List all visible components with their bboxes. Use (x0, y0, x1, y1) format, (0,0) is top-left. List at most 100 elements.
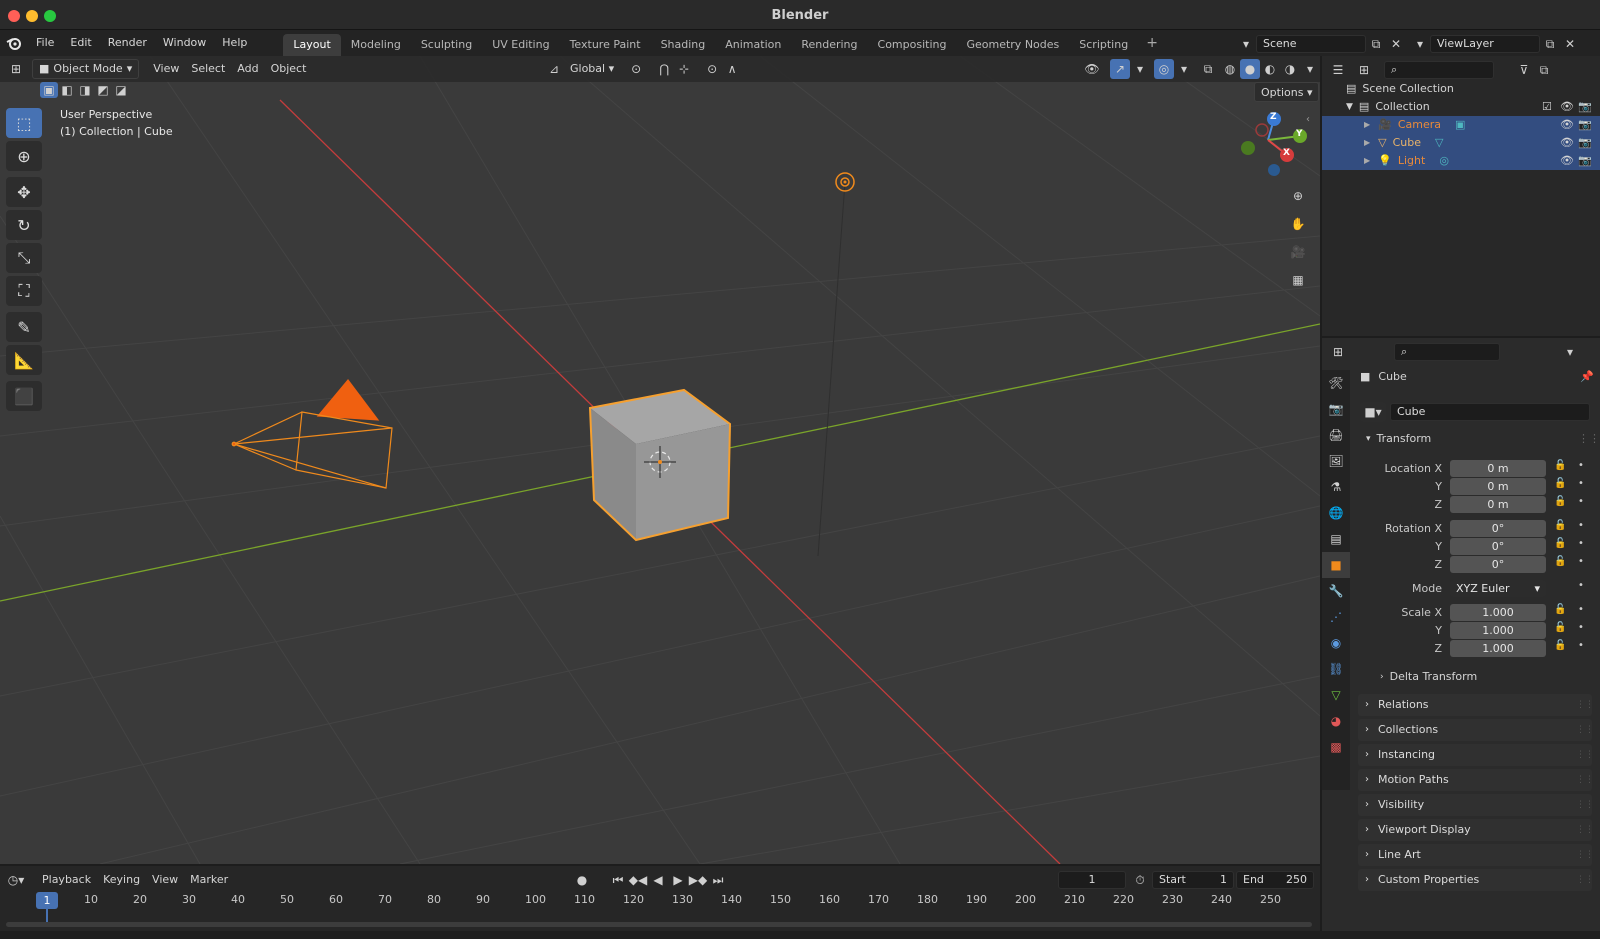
render-camera-icon[interactable]: 📷 (1578, 134, 1592, 152)
render-camera-icon[interactable]: 📷 (1578, 152, 1592, 170)
filter-icon[interactable]: ⊽ (1514, 60, 1534, 80)
new-collection-icon[interactable]: ⧉ (1534, 60, 1554, 80)
outliner-item-cube[interactable]: ▶ ▽ Cube ▽ 👁 📷 (1322, 134, 1600, 152)
rotation-y-field[interactable]: 0° (1450, 538, 1546, 555)
drag-handle-icon[interactable]: ⋮⋮ (1576, 794, 1594, 816)
constraints-tab-icon[interactable]: ⛓ (1322, 656, 1350, 682)
tab-compositing[interactable]: Compositing (868, 34, 957, 56)
menu-file[interactable]: File (28, 30, 62, 56)
tab-scripting[interactable]: Scripting (1069, 34, 1138, 56)
rendered-shading-icon[interactable]: ◑ (1280, 59, 1300, 79)
expand-arrow-icon[interactable]: ▶ (1364, 134, 1370, 152)
tab-animation[interactable]: Animation (715, 34, 791, 56)
drag-handle-icon[interactable]: ⋮⋮ (1576, 769, 1594, 791)
panel-instancing[interactable]: › Instancing ⋮⋮ (1358, 744, 1594, 766)
timeline-menu-keying[interactable]: Keying (97, 870, 146, 890)
gizmo-dropdown-icon[interactable]: ▾ (1130, 59, 1150, 79)
properties-editor-type-icon[interactable]: ⊞ (1328, 342, 1348, 362)
properties-search-input[interactable]: ⌕ (1394, 343, 1500, 361)
tab-geometry-nodes[interactable]: Geometry Nodes (956, 34, 1069, 56)
lock-icon[interactable]: 🔓 (1554, 460, 1566, 471)
select-subtract-icon[interactable]: ◨ (76, 82, 94, 98)
drag-handle-icon[interactable]: ⋮⋮ (1576, 694, 1594, 716)
object-tab-icon[interactable]: ■ (1322, 552, 1350, 578)
shading-dropdown-icon[interactable]: ▾ (1300, 59, 1320, 79)
panel-custom-properties[interactable]: › Custom Properties ⋮⋮ (1358, 869, 1594, 891)
location-x-field[interactable]: 0 m (1450, 460, 1546, 477)
output-tab-icon[interactable]: 🖨 (1322, 422, 1350, 448)
mesh-data-icon[interactable]: ▽ (1435, 134, 1443, 152)
menu-window[interactable]: Window (155, 30, 214, 56)
new-view-layer-icon[interactable]: ⧉ (1540, 34, 1560, 54)
gizmo-toggle-icon[interactable]: ↗ (1110, 59, 1130, 79)
lock-icon[interactable]: 🔓 (1554, 520, 1566, 531)
auto-keying-icon[interactable]: ● (572, 870, 592, 890)
timeline-menu-marker[interactable]: Marker (184, 870, 234, 890)
options-dropdown[interactable]: Options ▾ (1254, 82, 1320, 102)
tab-shading[interactable]: Shading (651, 34, 716, 56)
transform-panel-header[interactable]: ▾ Transform ⋮⋮ (1366, 432, 1600, 445)
playhead-frame-indicator[interactable]: 1 (36, 892, 58, 909)
ortho-grid-icon[interactable]: ▦ (1288, 270, 1308, 290)
visibility-eye-icon[interactable]: 👁 (1560, 116, 1574, 134)
pan-hand-icon[interactable]: ✋ (1288, 214, 1308, 234)
menu-help[interactable]: Help (214, 30, 255, 56)
keyframe-dot-icon[interactable]: • (1578, 478, 1584, 489)
world-tab-icon[interactable]: 🌐 (1322, 500, 1350, 526)
view-layer-field[interactable]: ViewLayer (1430, 35, 1540, 53)
jump-to-keyframe-back-icon[interactable]: ◆◀ (628, 870, 648, 890)
lock-icon[interactable]: 🔓 (1554, 604, 1566, 615)
viewport-menu-object[interactable]: Object (265, 59, 313, 79)
properties-options-icon[interactable]: ▾ (1560, 342, 1580, 362)
outliner-item-light[interactable]: ▶ 💡 Light ◎ 👁 📷 (1322, 152, 1600, 170)
outliner-search-input[interactable]: ⌕ (1384, 61, 1494, 79)
falloff-icon[interactable]: ∧ (722, 59, 742, 79)
texture-tab-icon[interactable]: ▩ (1322, 734, 1350, 760)
end-frame-field[interactable]: End 250 (1236, 871, 1314, 889)
panel-visibility[interactable]: › Visibility ⋮⋮ (1358, 794, 1594, 816)
timeline-editor-type-icon[interactable]: ◷▾ (6, 870, 26, 890)
tab-modeling[interactable]: Modeling (341, 34, 411, 56)
panel-relations[interactable]: › Relations ⋮⋮ (1358, 694, 1594, 716)
viewport-menu-add[interactable]: Add (231, 59, 264, 79)
drag-handle-icon[interactable]: ⋮⋮ (1576, 719, 1594, 741)
drag-handle-icon[interactable]: ⋮⋮ (1576, 844, 1594, 866)
delete-scene-icon[interactable]: ✕ (1386, 34, 1406, 54)
jump-to-keyframe-forward-icon[interactable]: ▶◆ (688, 870, 708, 890)
pin-icon[interactable]: 📌 (1580, 370, 1594, 383)
start-frame-field[interactable]: Start 1 (1152, 871, 1234, 889)
navigation-gizmo[interactable]: Z Y X (1222, 110, 1312, 182)
keyframe-dot-icon[interactable]: • (1578, 556, 1584, 567)
timeline-menu-view[interactable]: View (146, 870, 184, 890)
lock-icon[interactable]: 🔓 (1554, 622, 1566, 633)
lock-icon[interactable]: 🔓 (1554, 556, 1566, 567)
view-layer-selector-icon[interactable]: ▾ (1410, 34, 1430, 54)
exclude-checkbox-icon[interactable]: ☑ (1542, 98, 1552, 116)
add-workspace-button[interactable]: + (1138, 30, 1166, 56)
menu-render[interactable]: Render (100, 30, 155, 56)
data-tab-icon[interactable]: ▽ (1322, 682, 1350, 708)
physics-tab-icon[interactable]: ◉ (1322, 630, 1350, 656)
drag-handle-icon[interactable]: ⋮⋮ (1578, 432, 1600, 445)
keyframe-dot-icon[interactable]: • (1578, 580, 1584, 591)
current-frame-field[interactable]: 1 (1058, 871, 1126, 889)
play-reverse-icon[interactable]: ◀ (648, 870, 668, 890)
camera-view-icon[interactable]: 🎥 (1288, 242, 1308, 262)
wireframe-shading-icon[interactable]: ◍ (1220, 59, 1240, 79)
outliner-editor-type-icon[interactable]: ☰ (1328, 60, 1348, 80)
render-camera-icon[interactable]: 📷 (1578, 116, 1592, 134)
transform-tool-icon[interactable]: ⛶ (6, 276, 42, 306)
scale-tool-icon[interactable]: ⤡ (6, 243, 42, 273)
overlay-toggle-icon[interactable]: ◎ (1154, 59, 1174, 79)
sidebar-toggle-icon[interactable]: ‹ (1306, 114, 1310, 125)
panel-motion-paths[interactable]: › Motion Paths ⋮⋮ (1358, 769, 1594, 791)
collection-row[interactable]: ▼ ▤ Collection ☑ 👁 📷 (1322, 98, 1600, 116)
rotation-x-field[interactable]: 0° (1450, 520, 1546, 537)
display-mode-icon[interactable]: ⊞ (1354, 60, 1374, 80)
tab-uv-editing[interactable]: UV Editing (482, 34, 559, 56)
tab-layout[interactable]: Layout (283, 34, 341, 56)
scale-z-field[interactable]: 1.000 (1450, 640, 1546, 657)
play-icon[interactable]: ▶ (668, 870, 688, 890)
material-shading-icon[interactable]: ◐ (1260, 59, 1280, 79)
pivot-icon[interactable]: ⊙ (626, 59, 646, 79)
